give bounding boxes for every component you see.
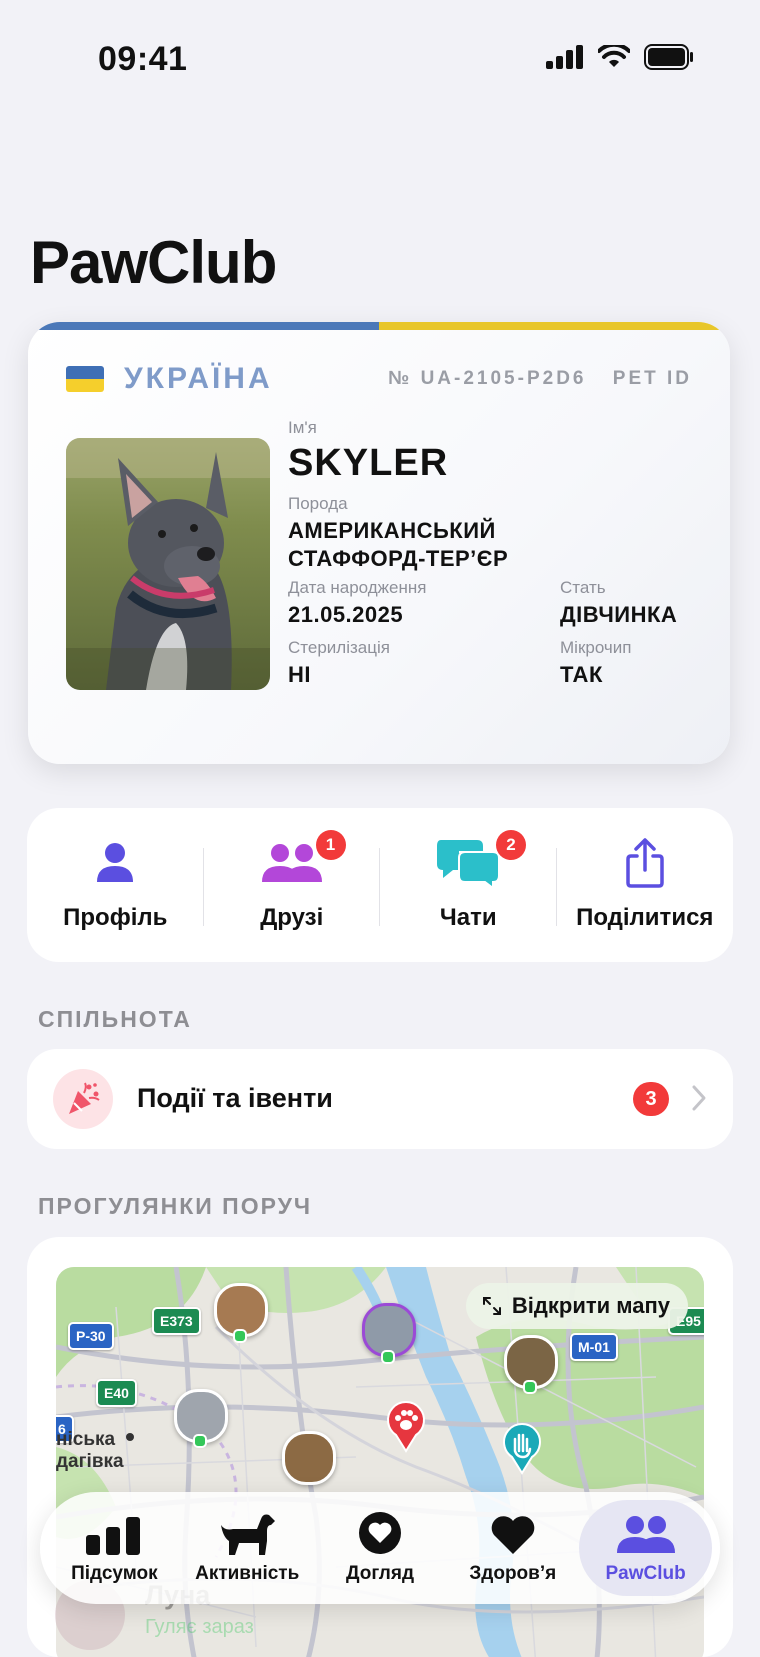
breed-line-1: АМЕРИКАНСЬКИЙ xyxy=(288,518,496,543)
name-label: Ім'я xyxy=(288,418,317,437)
road-sign-e373: E373 xyxy=(152,1307,201,1335)
tab-summary-label: Підсумок xyxy=(71,1563,158,1584)
tab-care[interactable]: Догляд xyxy=(314,1500,447,1596)
pet-id-card[interactable]: УКРАЇНА № UA-2105-P2D6 PET ID Ім'я SKYLE… xyxy=(28,322,730,764)
battery-icon xyxy=(644,44,693,70)
chevron-right-icon xyxy=(692,1085,706,1111)
map-label-district-1: ніська xyxy=(56,1429,116,1450)
sterilization-label: Стерилізація xyxy=(288,638,390,657)
walker-status: Гуляє зараз xyxy=(145,1616,254,1638)
party-popper-icon xyxy=(53,1069,113,1129)
birth-label: Дата народження xyxy=(288,578,427,597)
walks-section-title: ПРОГУЛЯНКИ ПОРУЧ xyxy=(38,1193,313,1219)
status-time: 09:41 xyxy=(98,40,188,78)
share-button[interactable]: Поділитися xyxy=(557,808,734,962)
tab-health-label: Здоров’я xyxy=(469,1563,557,1584)
tab-summary[interactable]: Підсумок xyxy=(48,1500,181,1596)
pet-photo xyxy=(66,438,270,690)
chats-badge: 2 xyxy=(496,830,526,860)
events-badge: 3 xyxy=(633,1082,669,1116)
breed-label: Порода xyxy=(288,494,348,513)
person-icon xyxy=(97,843,134,882)
share-icon xyxy=(626,838,664,888)
page-title: PawClub xyxy=(30,229,277,296)
breed-line-2: СТАФФОРД-ТЕР’ЄР xyxy=(288,546,509,571)
open-map-label: Відкрити мапу xyxy=(511,1293,670,1318)
quick-actions: Профіль Друзі 1 Чати 2 Поділитися xyxy=(27,808,733,962)
document-type: PET ID xyxy=(612,368,692,389)
heart-icon xyxy=(491,1516,535,1554)
hand-pin-icon[interactable] xyxy=(502,1423,542,1475)
microchip-value: ТАК xyxy=(560,662,603,687)
profile-button[interactable]: Профіль xyxy=(27,808,204,962)
tab-bar: Підсумок Активність Догляд Здоров’я PawC… xyxy=(40,1492,720,1604)
events-label: Події та івенти xyxy=(137,1083,333,1113)
map-label-district-2: дагівка xyxy=(56,1451,124,1472)
community-section-title: СПІЛЬНОТА xyxy=(38,1006,192,1032)
document-number: № UA-2105-P2D6 PET ID xyxy=(388,368,692,390)
flag-strip xyxy=(28,322,730,330)
tab-activity-label: Активність xyxy=(195,1563,300,1584)
tab-activity[interactable]: Активність xyxy=(181,1500,314,1596)
sterilization-value: НІ xyxy=(288,662,311,687)
dog-avatar-pin[interactable] xyxy=(362,1303,416,1357)
events-row[interactable]: Події та івенти 3 xyxy=(27,1049,733,1149)
chat-bubbles-icon xyxy=(437,840,500,888)
chats-button[interactable]: Чати 2 xyxy=(380,808,557,962)
friends-label: Друзі xyxy=(260,904,324,931)
ukraine-flag-icon xyxy=(66,366,104,392)
bar-chart-icon xyxy=(86,1517,141,1555)
wifi-icon xyxy=(598,45,630,67)
sex-label: Стать xyxy=(560,578,606,597)
friends-badge: 1 xyxy=(315,830,346,860)
tab-pawclub[interactable]: PawClub xyxy=(579,1500,712,1596)
friends-button[interactable]: Друзі 1 xyxy=(204,808,380,962)
people-icon xyxy=(616,1516,675,1553)
tab-health[interactable]: Здоров’я xyxy=(446,1500,579,1596)
chats-label: Чати xyxy=(439,904,497,931)
dog-icon xyxy=(221,1514,276,1555)
tab-pawclub-label: PawClub xyxy=(605,1563,686,1584)
heart-circle-icon xyxy=(358,1512,401,1554)
pet-name: SKYLER xyxy=(288,442,449,484)
document-number-value: № UA-2105-P2D6 xyxy=(388,368,587,389)
birth-date: 21.05.2025 xyxy=(288,602,404,627)
microchip-label: Мікрочип xyxy=(560,638,632,657)
status-icons xyxy=(546,44,694,70)
road-sign-m01: M-01 xyxy=(570,1333,618,1361)
road-sign-e40: E40 xyxy=(96,1379,137,1407)
open-map-button[interactable]: Відкрити мапу xyxy=(465,1283,688,1329)
paw-pin-icon[interactable] xyxy=(386,1401,426,1453)
profile-label: Профіль xyxy=(63,904,168,931)
people-icon xyxy=(261,844,322,882)
signal-icon xyxy=(546,45,583,69)
share-label: Поділитися xyxy=(576,904,714,931)
expand-icon xyxy=(482,1297,501,1315)
dog-avatar-pin[interactable] xyxy=(282,1431,336,1485)
tab-care-label: Догляд xyxy=(345,1563,414,1584)
country-name: УКРАЇНА xyxy=(124,362,273,395)
road-sign-p30: P-30 xyxy=(68,1322,114,1350)
sex-value: ДІВЧИНКА xyxy=(560,602,678,627)
